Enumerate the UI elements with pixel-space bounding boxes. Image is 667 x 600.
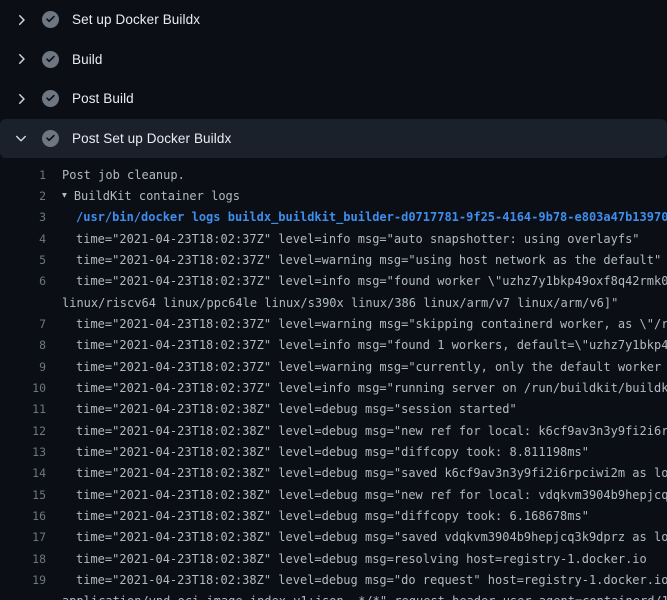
step-title: Post Set up Docker Buildx bbox=[72, 131, 231, 146]
log-line: 2 ▼ BuildKit container logs bbox=[0, 185, 667, 206]
log-text: time="2021-04-23T18:02:38Z" level=debug … bbox=[76, 573, 667, 587]
line-number[interactable]: 1 bbox=[0, 168, 46, 182]
log-text: time="2021-04-23T18:02:38Z" level=debug … bbox=[76, 402, 517, 416]
line-number[interactable]: 17 bbox=[0, 530, 46, 544]
log-line: 14 time="2021-04-23T18:02:38Z" level=debu… bbox=[0, 463, 667, 484]
line-number[interactable]: 8 bbox=[0, 338, 46, 352]
log-line: 10 time="2021-04-23T18:02:37Z" level=info… bbox=[0, 377, 667, 398]
log-line: 12 time="2021-04-23T18:02:38Z" level=debu… bbox=[0, 420, 667, 441]
line-number[interactable]: 11 bbox=[0, 402, 46, 416]
chevron-down-icon[interactable] bbox=[13, 130, 29, 146]
log-line-wrap: linux/riscv64 linux/ppc64le linux/s390x … bbox=[0, 292, 667, 313]
step-row-post-set-up-docker-buildx[interactable]: Post Set up Docker Buildx bbox=[0, 119, 667, 159]
step-title: Build bbox=[72, 52, 103, 67]
line-number[interactable]: 3 bbox=[0, 210, 46, 224]
log-line: 15 time="2021-04-23T18:02:38Z" level=debu… bbox=[0, 484, 667, 505]
log-text: time="2021-04-23T18:02:38Z" level=debug … bbox=[76, 509, 589, 523]
step-row-set-up-docker-buildx[interactable]: Set up Docker Buildx bbox=[0, 0, 667, 40]
log-text: time="2021-04-23T18:02:37Z" level=info m… bbox=[76, 338, 667, 352]
log-text: time="2021-04-23T18:02:38Z" level=debug … bbox=[76, 530, 667, 544]
step-list: Set up Docker Buildx Build Post Build Post … bbox=[0, 0, 667, 158]
command-text: /usr/bin/docker logs buildx_buildkit_bui… bbox=[76, 210, 667, 224]
line-number[interactable]: 16 bbox=[0, 509, 46, 523]
triangle-down-icon: ▼ bbox=[62, 191, 67, 200]
line-number[interactable]: 15 bbox=[0, 488, 46, 502]
check-circle-icon bbox=[42, 51, 59, 68]
log-text: Post job cleanup. bbox=[62, 168, 185, 182]
log-group-label: BuildKit container logs bbox=[74, 189, 240, 203]
log-text: time="2021-04-23T18:02:38Z" level=debug … bbox=[76, 488, 667, 502]
log-line: 1 Post job cleanup. bbox=[0, 164, 667, 185]
line-number[interactable]: 13 bbox=[0, 445, 46, 459]
line-number[interactable]: 12 bbox=[0, 424, 46, 438]
check-circle-icon bbox=[42, 90, 59, 107]
log-text: time="2021-04-23T18:02:37Z" level=warnin… bbox=[76, 360, 667, 374]
log-line: 18 time="2021-04-23T18:02:38Z" level=debu… bbox=[0, 548, 667, 569]
step-title: Post Build bbox=[72, 91, 134, 106]
log-line: 11 time="2021-04-23T18:02:38Z" level=debu… bbox=[0, 399, 667, 420]
log-line: 9 time="2021-04-23T18:02:37Z" level=warni… bbox=[0, 356, 667, 377]
log-line: 7 time="2021-04-23T18:02:37Z" level=warni… bbox=[0, 313, 667, 334]
log-text: time="2021-04-23T18:02:38Z" level=debug … bbox=[76, 552, 647, 566]
log-group-toggle[interactable]: ▼ BuildKit container logs bbox=[62, 189, 240, 203]
check-circle-icon bbox=[42, 11, 59, 28]
log-text: application/vnd.oci.image.index.v1+json,… bbox=[62, 594, 667, 600]
log-text: time="2021-04-23T18:02:38Z" level=debug … bbox=[76, 445, 589, 459]
line-number[interactable]: 2 bbox=[0, 189, 46, 203]
step-row-build[interactable]: Build bbox=[0, 40, 667, 80]
chevron-right-icon[interactable] bbox=[13, 51, 29, 67]
line-number[interactable]: 10 bbox=[0, 381, 46, 395]
log-line: 8 time="2021-04-23T18:02:37Z" level=info … bbox=[0, 335, 667, 356]
log-text: time="2021-04-23T18:02:37Z" level=info m… bbox=[76, 232, 640, 246]
line-number[interactable]: 14 bbox=[0, 466, 46, 480]
log-text: linux/riscv64 linux/ppc64le linux/s390x … bbox=[62, 296, 618, 310]
log-text: time="2021-04-23T18:02:37Z" level=info m… bbox=[76, 274, 667, 288]
line-number[interactable]: 19 bbox=[0, 573, 46, 587]
log-text: time="2021-04-23T18:02:38Z" level=debug … bbox=[76, 424, 667, 438]
log-line: 16 time="2021-04-23T18:02:38Z" level=debu… bbox=[0, 505, 667, 526]
log-line: 19 time="2021-04-23T18:02:38Z" level=debu… bbox=[0, 569, 667, 590]
log-line: 5 time="2021-04-23T18:02:37Z" level=warni… bbox=[0, 249, 667, 270]
step-title: Set up Docker Buildx bbox=[72, 12, 200, 27]
line-number[interactable]: 7 bbox=[0, 317, 46, 331]
chevron-right-icon[interactable] bbox=[13, 12, 29, 28]
log-line: 17 time="2021-04-23T18:02:38Z" level=debu… bbox=[0, 527, 667, 548]
chevron-right-icon[interactable] bbox=[13, 91, 29, 107]
log-text: time="2021-04-23T18:02:37Z" level=warnin… bbox=[76, 253, 661, 267]
line-number[interactable]: 5 bbox=[0, 253, 46, 267]
line-number[interactable]: 4 bbox=[0, 232, 46, 246]
log-line-wrap: application/vnd.oci.image.index.v1+json,… bbox=[0, 591, 667, 600]
log-text: time="2021-04-23T18:02:37Z" level=info m… bbox=[76, 381, 667, 395]
log-text: time="2021-04-23T18:02:37Z" level=warnin… bbox=[76, 317, 667, 331]
log-line: 13 time="2021-04-23T18:02:38Z" level=debu… bbox=[0, 441, 667, 462]
check-circle-icon bbox=[42, 130, 59, 147]
line-number[interactable]: 9 bbox=[0, 360, 46, 374]
log-line: 4 time="2021-04-23T18:02:37Z" level=info … bbox=[0, 228, 667, 249]
log-line: 6 time="2021-04-23T18:02:37Z" level=info … bbox=[0, 271, 667, 292]
log-viewer: 1 Post job cleanup. 2 ▼ BuildKit container l… bbox=[0, 158, 667, 600]
step-row-post-build[interactable]: Post Build bbox=[0, 79, 667, 119]
log-line: 3/usr/bin/docker logs buildx_buildkit_bu… bbox=[0, 207, 667, 228]
line-number[interactable]: 18 bbox=[0, 552, 46, 566]
line-number[interactable]: 6 bbox=[0, 274, 46, 288]
log-text: time="2021-04-23T18:02:38Z" level=debug … bbox=[76, 466, 667, 480]
